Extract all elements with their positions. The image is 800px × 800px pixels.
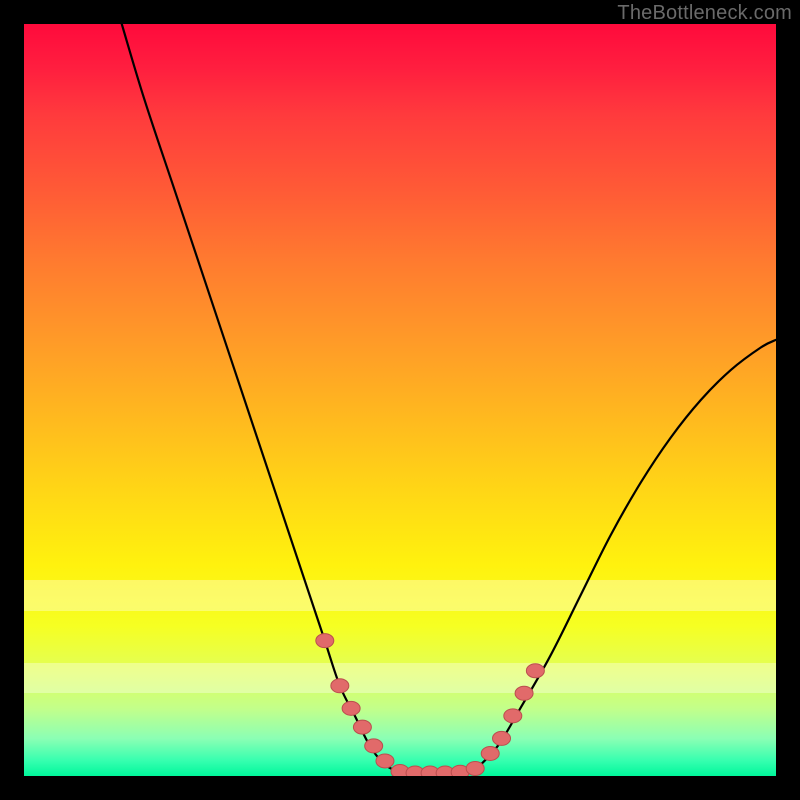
chart-svg [24,24,776,776]
highlight-marker [376,754,394,768]
highlight-marker [504,709,522,723]
curve-right-branch [475,340,776,770]
highlight-markers [316,634,545,776]
plot-area [24,24,776,776]
highlight-marker [493,731,511,745]
highlight-marker [342,701,360,715]
highlight-marker [481,746,499,760]
watermark-text: TheBottleneck.com [617,2,792,25]
highlight-marker [353,720,371,734]
curve-left-branch [122,24,400,772]
highlight-marker [526,664,544,678]
highlight-marker [466,761,484,775]
highlight-marker [365,739,383,753]
highlight-marker [515,686,533,700]
chart-frame: TheBottleneck.com [0,0,800,800]
highlight-marker [316,634,334,648]
highlight-marker [331,679,349,693]
